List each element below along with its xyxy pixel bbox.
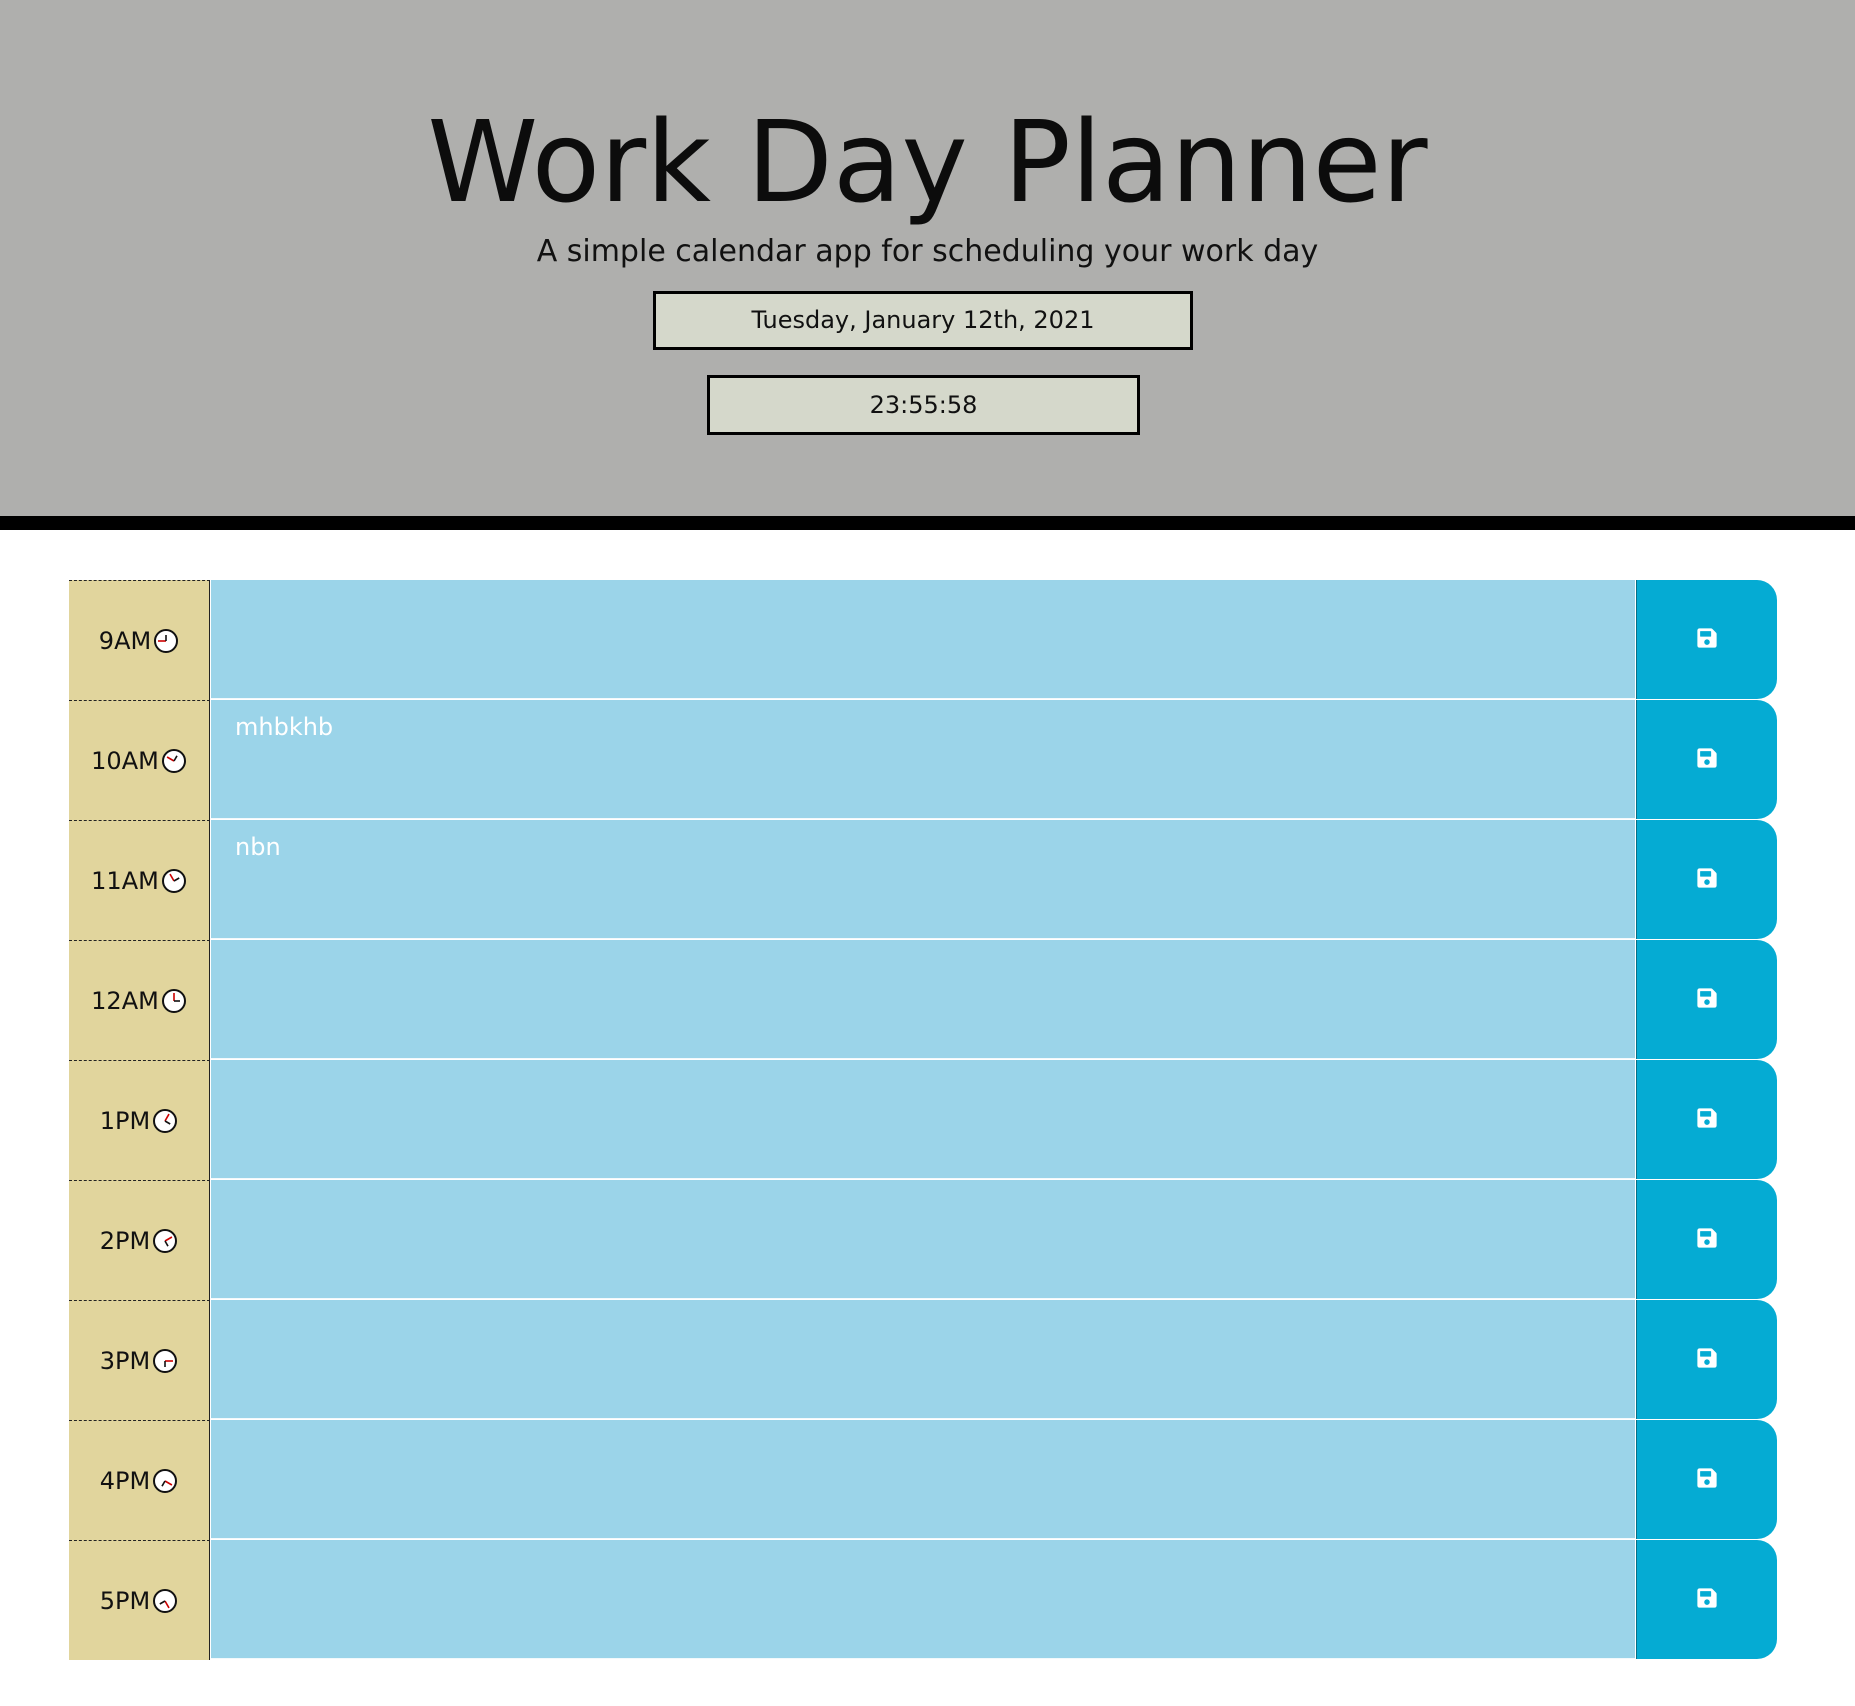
floppy-disk-icon: [1696, 987, 1718, 1013]
description-textarea[interactable]: [211, 1420, 1635, 1539]
description-textarea[interactable]: [211, 1540, 1635, 1659]
time-block: 10AM mhbkhb: [69, 700, 1778, 820]
hour-label: 9AM: [69, 580, 210, 700]
floppy-disk-icon: [1696, 1347, 1718, 1373]
page-title: Work Day Planner: [427, 98, 1428, 228]
hour-text: 10AM: [91, 746, 159, 775]
description-textarea[interactable]: mhbkhb: [211, 700, 1635, 819]
save-button[interactable]: [1636, 1420, 1777, 1539]
hour-text: 4PM: [99, 1466, 151, 1495]
save-button[interactable]: [1636, 1060, 1777, 1179]
description-textarea[interactable]: [211, 1300, 1635, 1419]
hour-label: 4PM: [69, 1420, 210, 1540]
time-block: 3PM: [69, 1300, 1778, 1420]
hour-label: 5PM: [69, 1540, 210, 1660]
floppy-disk-icon: [1696, 1107, 1718, 1133]
floppy-disk-icon: [1696, 627, 1718, 653]
clock-icon: [152, 1468, 178, 1494]
hour-label: 3PM: [69, 1300, 210, 1420]
save-button[interactable]: [1636, 1180, 1777, 1299]
clock-icon: [153, 628, 179, 654]
time-block: 11AM nbn: [69, 820, 1778, 940]
hour-label: 2PM: [69, 1180, 210, 1300]
description-textarea[interactable]: [211, 1060, 1635, 1179]
time-block: 2PM: [69, 1180, 1778, 1300]
hour-label: 10AM: [69, 700, 210, 820]
current-date: Tuesday, January 12th, 2021: [653, 291, 1193, 350]
clock-icon: [161, 868, 187, 894]
hour-text: 2PM: [99, 1226, 151, 1255]
floppy-disk-icon: [1696, 867, 1718, 893]
description-textarea[interactable]: [211, 580, 1635, 699]
description-textarea[interactable]: [211, 940, 1635, 1059]
page-subtitle: A simple calendar app for scheduling you…: [536, 234, 1319, 269]
clock-icon: [152, 1108, 178, 1134]
time-block: 1PM: [69, 1060, 1778, 1180]
planner: 9AM 10AM mhbkhb 11AM nbn 12AM 1PM 2PM 3P…: [69, 580, 1778, 1660]
floppy-disk-icon: [1696, 1587, 1718, 1613]
clock-icon: [152, 1228, 178, 1254]
hour-label: 11AM: [69, 820, 210, 940]
description-textarea[interactable]: nbn: [211, 820, 1635, 939]
save-button[interactable]: [1636, 940, 1777, 1059]
hour-label: 1PM: [69, 1060, 210, 1180]
save-button[interactable]: [1636, 1540, 1777, 1659]
save-button[interactable]: [1636, 580, 1777, 699]
clock-icon: [161, 988, 187, 1014]
hour-label: 12AM: [69, 940, 210, 1060]
hour-text: 12AM: [91, 986, 159, 1015]
clock-icon: [161, 748, 187, 774]
header: Work Day Planner A simple calendar app f…: [0, 0, 1855, 530]
floppy-disk-icon: [1696, 747, 1718, 773]
floppy-disk-icon: [1696, 1467, 1718, 1493]
hour-text: 3PM: [99, 1346, 151, 1375]
hour-text: 5PM: [99, 1586, 151, 1615]
time-block: 12AM: [69, 940, 1778, 1060]
time-block: 5PM: [69, 1540, 1778, 1660]
time-block: 9AM: [69, 580, 1778, 700]
hour-text: 11AM: [91, 866, 159, 895]
save-button[interactable]: [1636, 820, 1777, 939]
time-block: 4PM: [69, 1420, 1778, 1540]
clock-icon: [152, 1588, 178, 1614]
current-time: 23:55:58: [707, 375, 1140, 435]
description-textarea[interactable]: [211, 1180, 1635, 1299]
hour-text: 9AM: [98, 626, 152, 655]
save-button[interactable]: [1636, 1300, 1777, 1419]
hour-text: 1PM: [99, 1106, 151, 1135]
clock-icon: [152, 1348, 178, 1374]
floppy-disk-icon: [1696, 1227, 1718, 1253]
save-button[interactable]: [1636, 700, 1777, 819]
